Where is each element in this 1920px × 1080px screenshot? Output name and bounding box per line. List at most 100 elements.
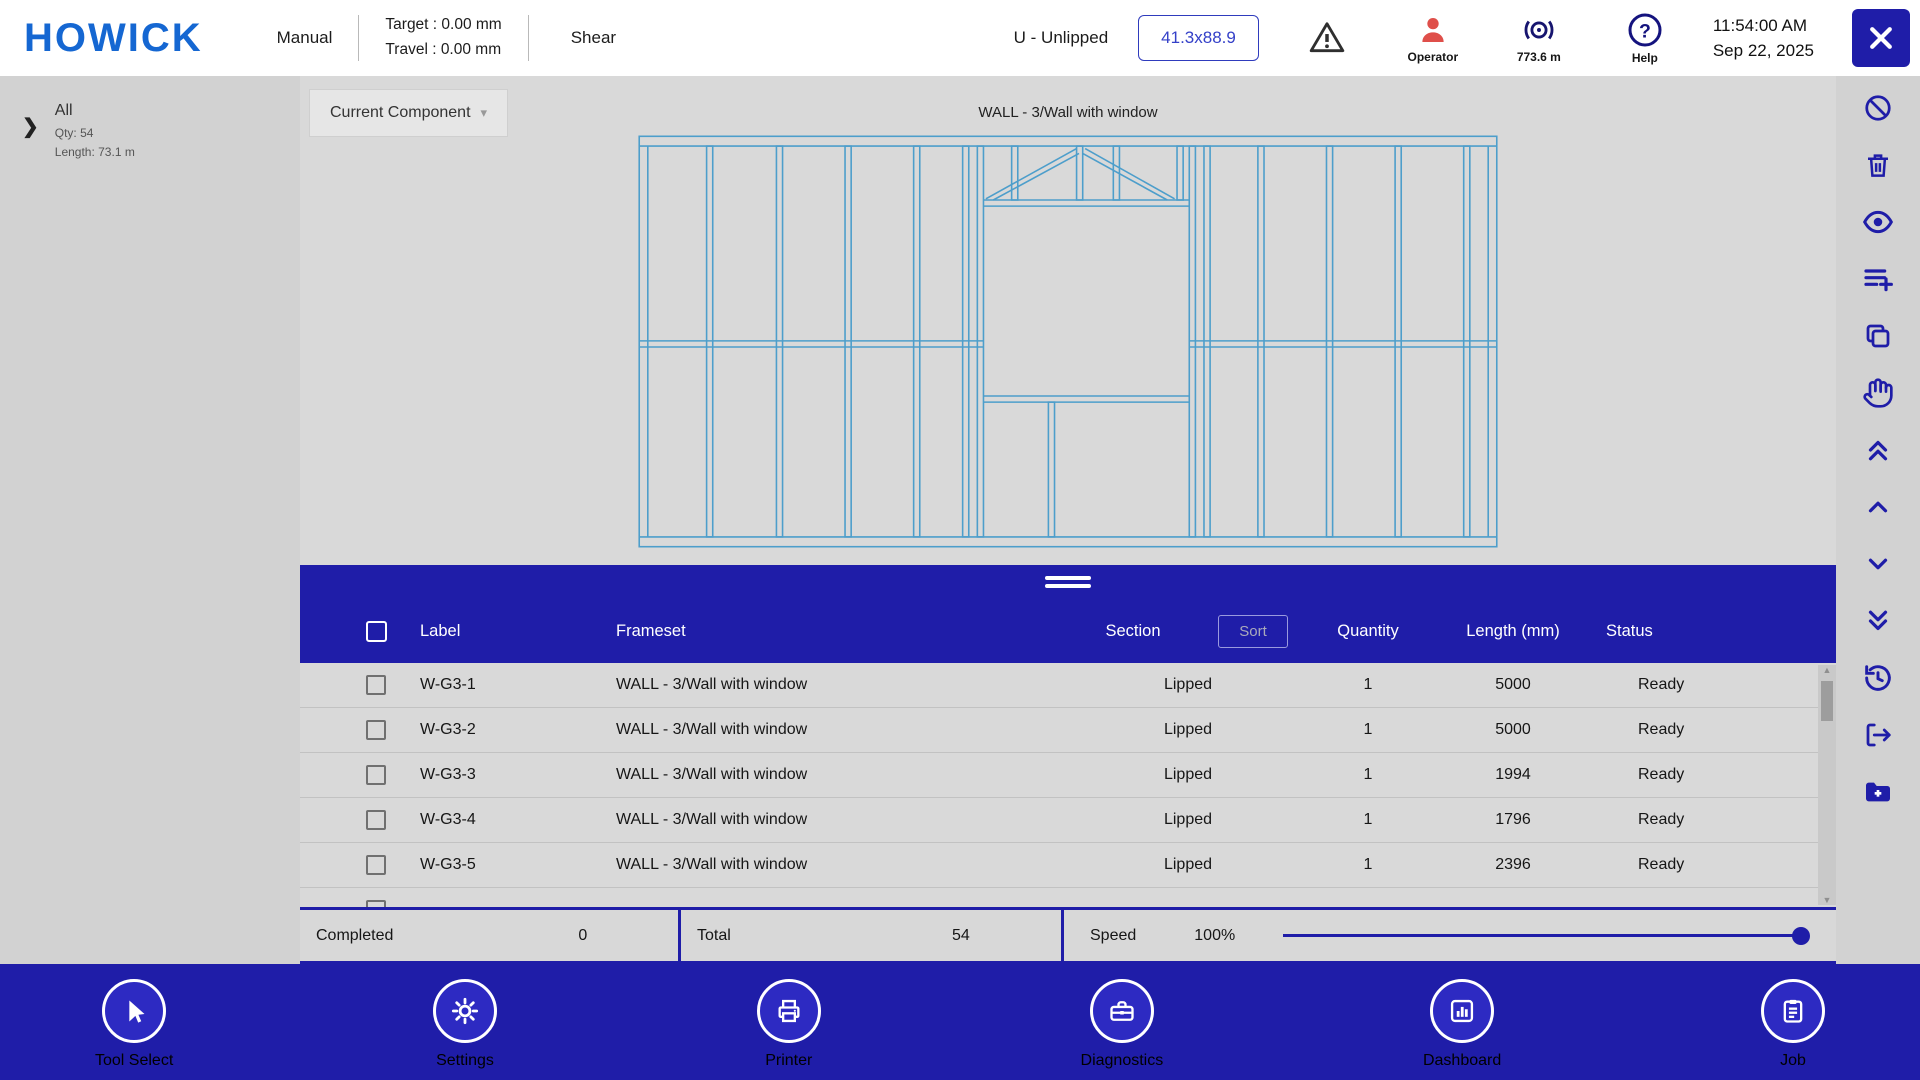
bottom-nav: Tool Select Settings Printer Diagnostics xyxy=(0,964,1920,1080)
help-label: Help xyxy=(1631,51,1658,65)
row-checkbox[interactable] xyxy=(366,855,386,875)
profile-type-label: U - Unlipped xyxy=(1013,28,1109,47)
row-frameset: WALL - 3/Wall with window xyxy=(616,811,808,828)
row-label: W-G3-1 xyxy=(420,676,476,693)
row-status: Ready xyxy=(1638,856,1685,873)
speed-slider[interactable] xyxy=(1283,926,1810,946)
chevron-right-icon[interactable]: ❯ xyxy=(22,114,39,139)
row-section: Lipped xyxy=(1163,721,1213,738)
job-tree-panel: ❯ All Qty: 54 Length: 73.1 m xyxy=(0,76,300,964)
speed-slider-track[interactable] xyxy=(1283,934,1806,937)
completed-value: 0 xyxy=(578,926,588,944)
alerts-block[interactable] xyxy=(1289,18,1365,58)
row-checkbox[interactable] xyxy=(366,720,386,740)
warning-icon xyxy=(1307,18,1347,58)
nav-label: Dashboard xyxy=(1422,1051,1502,1069)
row-frameset: WALL - 3/Wall with window xyxy=(616,676,808,693)
operator-block[interactable]: Operator xyxy=(1395,12,1471,64)
folder-add-icon[interactable] xyxy=(1862,776,1894,808)
row-quantity: 1 xyxy=(1363,856,1373,873)
operator-label: Operator xyxy=(1407,50,1459,64)
table-row-partial[interactable] xyxy=(300,888,1836,907)
history-restore-icon[interactable] xyxy=(1862,662,1894,694)
toolbox-icon[interactable] xyxy=(1089,978,1154,1043)
coil-block[interactable]: 773.6 m xyxy=(1501,12,1577,64)
pan-hand-icon[interactable] xyxy=(1862,377,1894,409)
row-label: W-G3-4 xyxy=(420,811,476,828)
total-label: Total xyxy=(697,926,731,944)
help-icon: ? xyxy=(1626,11,1664,49)
double-chevron-up-icon[interactable] xyxy=(1862,434,1894,466)
speed-cell: Speed 100% xyxy=(1064,910,1836,961)
close-button[interactable] xyxy=(1852,9,1910,67)
top-bar: HOWICK Manual Target : 0.00 mm Travel : … xyxy=(0,0,1920,76)
nav-label: Job xyxy=(1780,1051,1806,1069)
total-cell: Total 54 xyxy=(681,910,1064,961)
row-checkbox[interactable] xyxy=(366,900,386,907)
duplicate-icon[interactable] xyxy=(1862,320,1894,352)
tree-item-title: All xyxy=(54,102,73,119)
table-row[interactable]: W-G3-4 WALL - 3/Wall with window Lipped … xyxy=(300,798,1836,843)
speed-slider-knob[interactable] xyxy=(1792,926,1810,945)
divider xyxy=(358,15,360,61)
row-status: Ready xyxy=(1638,676,1685,693)
component-table-body: W-G3-1 WALL - 3/Wall with window Lipped … xyxy=(300,663,1836,907)
scroll-up-icon[interactable]: ▲ xyxy=(1818,665,1836,675)
table-scrollbar[interactable]: ▲ ▼ xyxy=(1818,665,1836,905)
job-clipboard-icon[interactable] xyxy=(1761,978,1825,1043)
settings-gear-icon[interactable] xyxy=(433,978,498,1043)
nav-job[interactable]: Job xyxy=(1761,978,1825,1070)
tree-item-length: Length: 73.1 m xyxy=(54,145,135,160)
select-all-checkbox[interactable] xyxy=(366,620,387,642)
divider xyxy=(527,15,529,61)
nav-dashboard[interactable]: Dashboard xyxy=(1422,978,1502,1070)
nav-diagnostics[interactable]: Diagnostics xyxy=(1080,978,1164,1070)
sort-button[interactable]: Sort xyxy=(1218,614,1288,648)
time-label: 11:54:00 AM xyxy=(1712,15,1808,35)
table-row[interactable]: W-G3-1 WALL - 3/Wall with window Lipped … xyxy=(300,663,1836,708)
row-length: 2396 xyxy=(1495,856,1531,873)
table-row[interactable]: W-G3-5 WALL - 3/Wall with window Lipped … xyxy=(300,843,1836,888)
row-label: W-G3-3 xyxy=(420,766,476,783)
row-label: W-G3-5 xyxy=(420,856,476,873)
scroll-down-icon[interactable]: ▼ xyxy=(1818,895,1836,905)
tool-select-icon[interactable] xyxy=(102,978,167,1043)
table-header: Label Frameset Section Sort Quantity Len… xyxy=(300,599,1836,663)
double-chevron-down-icon[interactable] xyxy=(1862,605,1894,637)
row-status: Ready xyxy=(1638,721,1685,738)
pane-splitter[interactable] xyxy=(300,565,1836,599)
completed-cell: Completed 0 xyxy=(300,910,681,961)
row-checkbox[interactable] xyxy=(366,675,386,695)
nav-tool-select[interactable]: Tool Select xyxy=(95,978,173,1070)
splitter-handle-icon xyxy=(1045,576,1091,580)
speed-value: 100% xyxy=(1194,926,1236,944)
view-icon[interactable] xyxy=(1862,206,1894,238)
completed-label: Completed xyxy=(316,926,394,944)
wall-frame-drawing[interactable] xyxy=(638,135,1498,548)
row-quantity: 1 xyxy=(1363,721,1373,738)
target-travel-readout: Target : 0.00 mm Travel : 0.00 mm xyxy=(385,13,501,63)
add-to-list-icon[interactable] xyxy=(1862,263,1894,295)
header-label: Label xyxy=(420,621,461,640)
block-icon[interactable] xyxy=(1862,92,1894,124)
help-block[interactable]: ? Help xyxy=(1607,11,1683,65)
export-icon[interactable] xyxy=(1862,719,1894,751)
dashboard-chart-icon[interactable] xyxy=(1430,978,1495,1043)
section-size-button[interactable]: 41.3x88.9 xyxy=(1138,15,1259,61)
row-checkbox[interactable] xyxy=(366,810,386,830)
table-row[interactable]: W-G3-2 WALL - 3/Wall with window Lipped … xyxy=(300,708,1836,753)
nav-printer[interactable]: Printer xyxy=(756,978,821,1070)
nav-label: Diagnostics xyxy=(1080,1051,1164,1069)
nav-settings[interactable]: Settings xyxy=(433,978,498,1070)
tree-item-all[interactable]: ❯ All Qty: 54 Length: 73.1 m xyxy=(0,102,300,162)
printer-icon[interactable] xyxy=(756,978,821,1043)
table-row[interactable]: W-G3-3 WALL - 3/Wall with window Lipped … xyxy=(300,753,1836,798)
chevron-up-icon[interactable] xyxy=(1862,491,1894,523)
travel-value: Travel : 0.00 mm xyxy=(385,41,502,58)
chevron-down-icon[interactable] xyxy=(1862,548,1894,580)
delete-icon[interactable] xyxy=(1862,149,1894,181)
row-quantity: 1 xyxy=(1363,676,1373,693)
row-checkbox[interactable] xyxy=(366,765,386,785)
scrollbar-thumb[interactable] xyxy=(1821,681,1833,721)
active-tool-label: Shear xyxy=(570,28,617,47)
